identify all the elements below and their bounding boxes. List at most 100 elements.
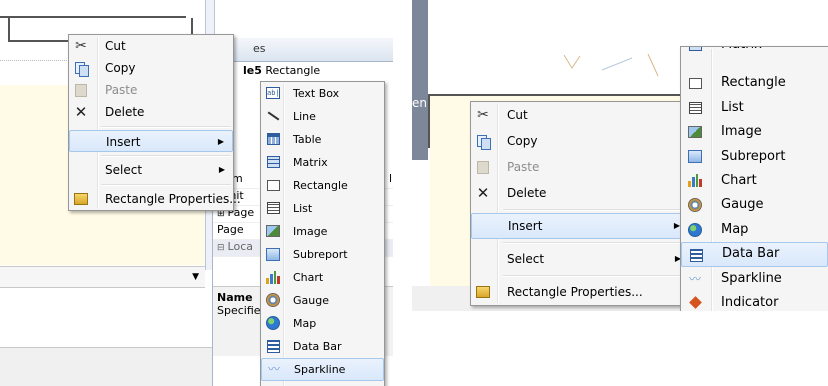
insert-submenu: ab| Text Box Line Table Matrix Rectangle List I… — [260, 81, 385, 386]
menu-separator — [471, 239, 689, 246]
menu-item-subreport[interactable]: Subreport — [261, 243, 384, 266]
background-text-fragment: en — [412, 96, 427, 110]
menu-item-sparkline[interactable]: 〰 Sparkline — [261, 358, 384, 381]
menu-item-label: Gauge — [721, 197, 764, 213]
menu-item-insert[interactable]: Insert ▶ — [471, 213, 689, 239]
delete-icon: ✕ — [476, 184, 490, 202]
table-icon — [265, 131, 281, 147]
menu-item-label: Select — [507, 252, 545, 266]
menu-item-gauge[interactable]: Gauge — [261, 289, 384, 312]
list-icon — [687, 100, 703, 116]
scissors-icon: ✂ — [75, 38, 87, 54]
menu-item-map[interactable]: Map — [261, 312, 384, 335]
chart-icon — [265, 269, 281, 285]
menu-item-label: Table — [293, 133, 322, 146]
menu-item-label: Select — [105, 163, 143, 177]
menu-item-label: Line — [293, 110, 316, 123]
menu-item-data-bar[interactable]: Data Bar — [261, 335, 384, 358]
menu-separator — [471, 206, 689, 213]
menu-item-label: Rectangle — [721, 75, 786, 91]
menu-item-label: Paste — [507, 160, 540, 174]
menu-separator — [69, 181, 233, 188]
matrix-icon — [687, 47, 703, 67]
paste-icon — [73, 82, 89, 98]
menu-item-label: Data Bar — [293, 340, 342, 353]
menu-item-label: List — [293, 202, 313, 215]
menu-item-paste: Paste — [69, 79, 233, 101]
menu-item-line[interactable]: Line — [261, 105, 384, 128]
report-item-border — [0, 0, 186, 18]
matrix-icon — [265, 154, 281, 170]
menu-item-copy[interactable]: Copy — [471, 128, 689, 154]
menu-item-paste: Paste — [471, 154, 689, 180]
menu-item-rectangle[interactable]: Rectangle — [261, 174, 384, 197]
menu-item-label: Insert — [508, 219, 543, 233]
menu-item-rectangle-properties[interactable]: Rectangle Properties... — [471, 279, 689, 305]
menu-item-label: List — [721, 99, 744, 115]
menu-item-select[interactable]: Select ▶ — [69, 159, 233, 181]
map-icon — [687, 222, 703, 238]
menu-item-table[interactable]: Table — [261, 128, 384, 151]
copy-icon — [73, 60, 89, 77]
menu-item-matrix[interactable]: Matrix — [261, 151, 384, 174]
menu-item-subreport[interactable]: Subreport — [681, 145, 828, 169]
menu-item-insert[interactable]: Insert ▶ — [69, 130, 233, 152]
properties-icon — [73, 191, 89, 207]
submenu-arrow-icon: ▶ — [218, 165, 225, 174]
menu-item-label: Image — [721, 124, 762, 140]
menu-item-indicator[interactable]: Indicator — [681, 291, 828, 311]
selected-object[interactable]: le5 Rectangle — [213, 62, 393, 80]
menu-item-gauge[interactable]: Gauge — [681, 193, 828, 217]
sparkline-icon: 〰 — [267, 361, 280, 376]
menu-item-map[interactable]: Map — [681, 218, 828, 242]
menu-item-label: Sparkline — [294, 363, 346, 376]
bottom-pane — [0, 288, 212, 348]
subreport-icon — [265, 246, 281, 262]
menu-item-chart[interactable]: Chart — [681, 169, 828, 193]
indicator-icon — [687, 295, 703, 311]
menu-item-label: Copy — [507, 134, 538, 148]
collapse-icon[interactable]: ⊟ — [217, 243, 225, 253]
property-value-fragment: l — [388, 172, 392, 185]
menu-item-matrix[interactable]: Matrix — [681, 47, 828, 71]
ruler-bar — [412, 0, 428, 160]
menu-item-label: Gauge — [293, 294, 329, 307]
menu-item-delete[interactable]: ✕ Delete — [69, 101, 233, 123]
menu-item-text-box[interactable]: ab| Text Box — [261, 82, 384, 105]
menu-item-data-bar[interactable]: Data Bar — [681, 242, 828, 267]
dropdown-arrow-icon[interactable]: ▼ — [192, 272, 199, 282]
menu-item-list[interactable]: List — [681, 96, 828, 120]
menu-item-copy[interactable]: Copy — [69, 57, 233, 79]
bottom-strip — [0, 348, 212, 386]
menu-item-label: Rectangle — [293, 179, 348, 192]
dropdown-combo[interactable]: ▼ — [0, 266, 205, 288]
property-label: Page — [217, 223, 244, 236]
menu-item-label: Insert — [106, 135, 141, 149]
menu-item-rectangle[interactable]: Rectangle — [681, 71, 828, 95]
menu-item-cut[interactable]: ✂ Cut — [69, 35, 233, 57]
textbox-icon: ab| — [266, 87, 280, 99]
map-icon — [265, 315, 281, 331]
list-icon — [265, 200, 281, 216]
menu-item-cut[interactable]: ✂ Cut — [471, 102, 689, 128]
menu-item-label: Copy — [105, 61, 136, 75]
menu-item-image[interactable]: Image — [261, 220, 384, 243]
menu-item-indicator[interactable]: Indicator — [261, 381, 384, 386]
menu-item-label: Subreport — [293, 248, 348, 261]
image-icon — [265, 223, 281, 239]
menu-item-select[interactable]: Select ▶ — [471, 246, 689, 272]
properties-icon — [475, 284, 491, 300]
menu-item-sparkline[interactable]: 〰 Sparkline — [681, 267, 828, 291]
databar-icon — [265, 338, 281, 354]
menu-item-delete[interactable]: ✕ Delete — [471, 180, 689, 206]
left-screenshot: ▼ es le5 Rectangle NamlOmit⊞PagePage⊟Loc… — [0, 0, 393, 386]
line-icon — [265, 108, 281, 124]
menu-item-rectangle-properties[interactable]: Rectangle Properties... — [69, 188, 241, 210]
menu-item-chart[interactable]: Chart — [261, 266, 384, 289]
menu-item-image[interactable]: Image — [681, 120, 828, 144]
menu-item-label: Text Box — [293, 87, 340, 100]
menu-item-label: Sparkline — [721, 270, 782, 286]
chart-icon — [687, 173, 703, 189]
delete-icon: ✕ — [74, 103, 88, 121]
menu-item-list[interactable]: List — [261, 197, 384, 220]
